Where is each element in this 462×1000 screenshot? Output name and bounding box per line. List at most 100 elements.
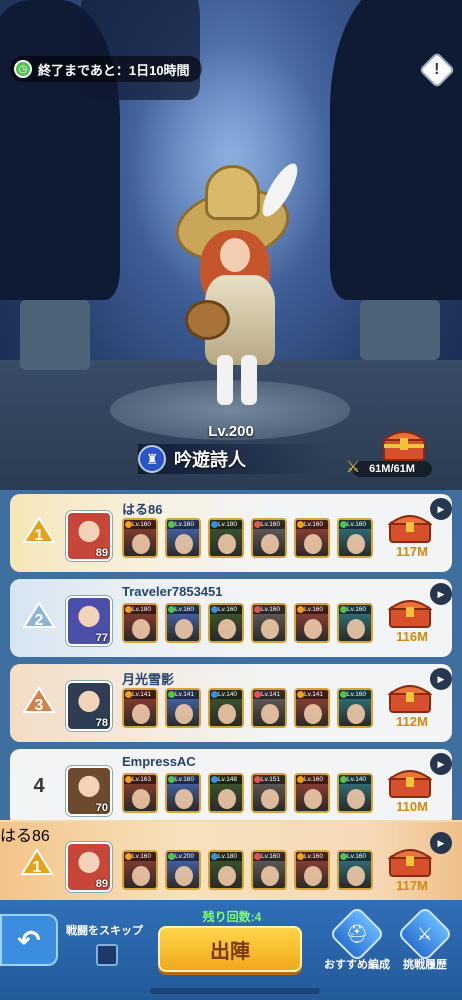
hero-card[interactable]: Lv.141 <box>165 688 201 728</box>
player-avatar[interactable]: 89 <box>66 511 112 561</box>
hero-card[interactable]: Lv.160 <box>165 518 201 558</box>
treasure-chest-icon <box>388 600 432 628</box>
hero-portrait <box>261 619 279 639</box>
hero-card[interactable]: Lv.163 <box>122 773 158 813</box>
faction-icon <box>125 776 132 783</box>
hero-portrait <box>304 534 322 554</box>
event-timer: ◷ 終了まであと：1日10時間 <box>10 56 202 82</box>
rock <box>20 300 90 370</box>
rank-number: 4 <box>33 775 45 797</box>
skip-battle-checkbox[interactable] <box>96 944 118 966</box>
hero-card[interactable]: Lv.140 <box>208 688 244 728</box>
hero-hat-crown <box>205 165 260 220</box>
treasure-chest-icon <box>388 770 432 798</box>
recommended-formation-button[interactable]: ⛑ おすすめ編成 <box>324 905 390 971</box>
hero-portrait <box>304 866 322 886</box>
hero-portrait <box>175 866 193 886</box>
replay-video-icon[interactable]: ▶ <box>430 753 452 775</box>
hero-card[interactable]: Lv.141 <box>122 688 158 728</box>
hero-card[interactable]: Lv.160 <box>251 850 287 890</box>
hero-card[interactable]: Lv.140 <box>337 773 373 813</box>
ranking-row[interactable]: 2 Traveler7853451 77 Lv.180 Lv.160 Lv.160 Lv.1… <box>10 579 452 657</box>
hero-lineup: Lv.160 Lv.160 Lv.180 Lv.160 Lv.160 Lv.160 <box>122 518 380 558</box>
hero-portrait <box>218 866 236 886</box>
hero-class-name: 吟遊詩人 <box>174 450 246 470</box>
hero-card[interactable]: Lv.148 <box>208 773 244 813</box>
faction-icon <box>297 776 304 783</box>
my-ranking-row[interactable]: 1 はる86 89 Lv.160 Lv.200 Lv.180 Lv.160 Lv.160 Lv.… <box>0 820 462 900</box>
hero-portrait <box>304 619 322 639</box>
hero-portrait <box>347 789 365 809</box>
hero-portrait <box>175 789 193 809</box>
player-avatar[interactable]: 78 <box>66 681 112 731</box>
tower-icon: ♜ <box>138 445 166 473</box>
hero-card[interactable]: Lv.160 <box>337 850 373 890</box>
replay-video-icon[interactable]: ▶ <box>430 498 452 520</box>
replay-video-icon[interactable]: ▶ <box>430 832 452 854</box>
faction-icon <box>340 691 347 698</box>
challenge-history-button[interactable]: ⚔ 挑戦履歴 <box>396 905 454 971</box>
faction-icon <box>211 606 218 613</box>
hero-scene: ◷ 終了まであと：1日10時間 ! Lv.200 ♜ 吟遊詩人 ⚔ 61M/61… <box>0 0 462 490</box>
back-button[interactable]: ↶ <box>0 914 58 966</box>
player-name[interactable]: はる86 <box>122 499 162 518</box>
faction-icon <box>340 606 347 613</box>
sortie-label: 出陣 <box>210 940 250 963</box>
hero-power-bar: ⚔ 61M/61M <box>346 459 432 477</box>
faction-icon <box>297 853 304 860</box>
avatar-level: 77 <box>95 632 108 644</box>
hero-card[interactable]: Lv.160 <box>294 773 330 813</box>
player-name[interactable]: 月光雪影 <box>122 669 174 688</box>
player-name[interactable]: EmpressAC <box>122 754 196 769</box>
hero-card[interactable]: Lv.180 <box>122 603 158 643</box>
hero-card[interactable]: Lv.160 <box>165 603 201 643</box>
hero-portrait <box>132 866 150 886</box>
exclamation-icon: ! <box>434 60 440 78</box>
challenge-history-label: 挑戦履歴 <box>403 959 447 971</box>
hero-portrait <box>132 789 150 809</box>
hero-card[interactable]: Lv.151 <box>251 773 287 813</box>
replay-video-icon[interactable]: ▶ <box>430 583 452 605</box>
faction-icon <box>211 521 218 528</box>
hero-card[interactable]: Lv.141 <box>251 688 287 728</box>
hero-card[interactable]: Lv.160 <box>294 850 330 890</box>
player-avatar[interactable]: 77 <box>66 596 112 646</box>
hero-portrait <box>218 704 236 724</box>
hero-card[interactable]: Lv.160 <box>122 518 158 558</box>
hero-card[interactable]: Lv.160 <box>294 518 330 558</box>
hero-portrait <box>261 866 279 886</box>
sortie-button[interactable]: 出陣 <box>158 926 302 972</box>
faction-icon <box>297 521 304 528</box>
faction-icon <box>125 691 132 698</box>
faction-icon <box>340 776 347 783</box>
info-button[interactable]: ! <box>418 51 456 89</box>
hero-card[interactable]: Lv.160 <box>337 603 373 643</box>
player-name[interactable]: Traveler7853451 <box>122 584 222 599</box>
player-avatar[interactable]: 89 <box>66 842 112 892</box>
hero-card[interactable]: Lv.160 <box>337 688 373 728</box>
hero-portrait <box>261 789 279 809</box>
hero-card[interactable]: Lv.160 <box>122 850 158 890</box>
hero-card[interactable]: Lv.180 <box>208 518 244 558</box>
hero-card[interactable]: Lv.160 <box>165 773 201 813</box>
ranking-row[interactable]: 1 はる86 89 Lv.160 Lv.160 Lv.180 Lv.160 Lv.160 Lv.… <box>10 494 452 572</box>
faction-icon <box>297 691 304 698</box>
hero-portrait <box>175 704 193 724</box>
hero-character[interactable] <box>165 159 305 410</box>
hero-card[interactable]: Lv.160 <box>251 518 287 558</box>
hero-card[interactable]: Lv.160 <box>251 603 287 643</box>
ranking-row[interactable]: 4 EmpressAC 70 Lv.163 Lv.160 Lv.148 Lv.151 Lv.1… <box>10 749 452 827</box>
ranking-list[interactable]: 1 はる86 89 Lv.160 Lv.160 Lv.180 Lv.160 Lv.160 Lv.… <box>0 490 462 827</box>
player-avatar[interactable]: 70 <box>66 766 112 816</box>
replay-video-icon[interactable]: ▶ <box>430 668 452 690</box>
tree-silhouette <box>80 0 200 100</box>
ranking-row[interactable]: 3 月光雪影 78 Lv.141 Lv.141 Lv.140 Lv.141 Lv.141 Lv.… <box>10 664 452 742</box>
hero-portrait <box>218 534 236 554</box>
hero-card[interactable]: Lv.160 <box>337 518 373 558</box>
hero-card[interactable]: Lv.141 <box>294 688 330 728</box>
treasure-chest-icon[interactable] <box>382 424 426 462</box>
hero-card[interactable]: Lv.160 <box>208 603 244 643</box>
hero-card[interactable]: Lv.200 <box>165 850 201 890</box>
hero-card[interactable]: Lv.160 <box>294 603 330 643</box>
hero-card[interactable]: Lv.180 <box>208 850 244 890</box>
